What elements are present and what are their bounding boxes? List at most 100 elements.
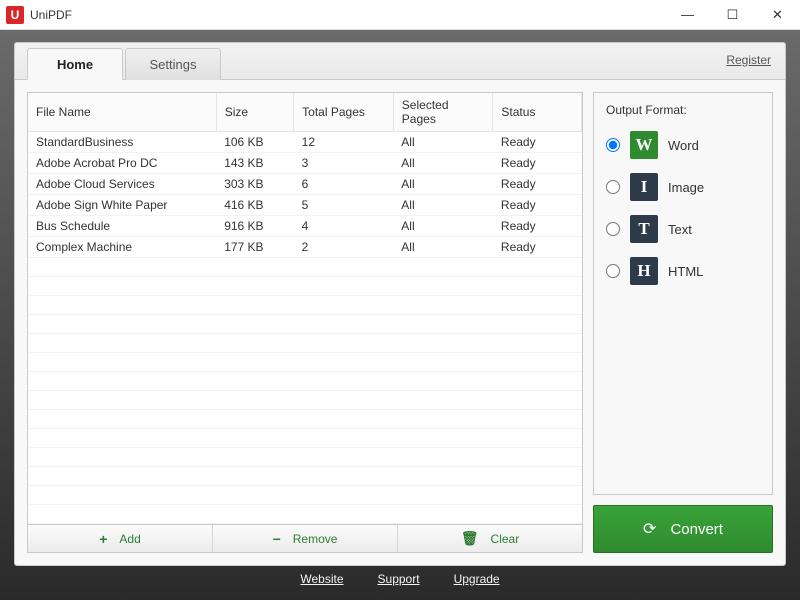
file-table: File Name Size Total Pages Selected Page… [28, 93, 582, 524]
file-zone: File Name Size Total Pages Selected Page… [27, 92, 583, 553]
cell-total: 12 [294, 132, 394, 153]
cell-size: 143 KB [216, 153, 293, 174]
cell-selected: All [393, 195, 493, 216]
plus-icon: + [99, 531, 107, 547]
table-row-empty [28, 429, 582, 448]
cell-name: Adobe Sign White Paper [28, 195, 216, 216]
convert-label: Convert [670, 521, 723, 538]
table-row-empty [28, 505, 582, 524]
html-icon: H [630, 257, 658, 285]
window-title: UniPDF [30, 8, 72, 22]
tab-bar: Home Settings Register [15, 43, 785, 80]
word-label: Word [668, 138, 699, 153]
table-row-empty [28, 277, 582, 296]
col-status[interactable]: Status [493, 93, 582, 132]
file-toolbar: + Add − Remove 🗑 Clear [28, 524, 582, 552]
add-button[interactable]: + Add [28, 525, 213, 552]
table-row-empty [28, 391, 582, 410]
cell-size: 106 KB [216, 132, 293, 153]
output-option-image[interactable]: I Image [606, 173, 760, 201]
tab-settings[interactable]: Settings [125, 48, 221, 80]
cell-size: 916 KB [216, 216, 293, 237]
text-icon: T [630, 215, 658, 243]
output-option-text[interactable]: T Text [606, 215, 760, 243]
cell-selected: All [393, 216, 493, 237]
file-list: File Name Size Total Pages Selected Page… [28, 93, 582, 524]
cell-status: Ready [493, 237, 582, 258]
cell-selected: All [393, 237, 493, 258]
cell-size: 416 KB [216, 195, 293, 216]
col-total-pages[interactable]: Total Pages [294, 93, 394, 132]
table-row-empty [28, 315, 582, 334]
cell-total: 4 [294, 216, 394, 237]
sidebar: Output Format: W Word I Image T T [593, 92, 773, 553]
cell-name: Complex Machine [28, 237, 216, 258]
cell-status: Ready [493, 216, 582, 237]
table-row-empty [28, 372, 582, 391]
app-body: Home Settings Register File Name Size To… [0, 30, 800, 600]
clear-button[interactable]: 🗑 Clear [398, 525, 582, 552]
table-row-empty [28, 467, 582, 486]
cell-status: Ready [493, 174, 582, 195]
footer: Website Support Upgrade [14, 566, 786, 592]
cell-total: 5 [294, 195, 394, 216]
cell-selected: All [393, 132, 493, 153]
cell-selected: All [393, 153, 493, 174]
image-icon: I [630, 173, 658, 201]
radio-word[interactable] [606, 138, 620, 152]
output-format-box: Output Format: W Word I Image T T [593, 92, 773, 495]
radio-html[interactable] [606, 264, 620, 278]
remove-button[interactable]: − Remove [213, 525, 398, 552]
radio-image[interactable] [606, 180, 620, 194]
col-selected-pages[interactable]: Selected Pages [393, 93, 493, 132]
radio-text[interactable] [606, 222, 620, 236]
content-area: File Name Size Total Pages Selected Page… [15, 80, 785, 565]
cell-status: Ready [493, 132, 582, 153]
table-row[interactable]: StandardBusiness106 KB12AllReady [28, 132, 582, 153]
cell-name: Adobe Cloud Services [28, 174, 216, 195]
clear-label: Clear [491, 532, 520, 546]
image-label: Image [668, 180, 704, 195]
cell-name: Bus Schedule [28, 216, 216, 237]
minimize-button[interactable]: — [665, 0, 710, 30]
table-row-empty [28, 353, 582, 372]
tab-home[interactable]: Home [27, 48, 123, 80]
col-file-name[interactable]: File Name [28, 93, 216, 132]
cell-name: StandardBusiness [28, 132, 216, 153]
text-label: Text [668, 222, 692, 237]
table-row-empty [28, 448, 582, 467]
footer-support-link[interactable]: Support [378, 572, 420, 586]
table-row[interactable]: Bus Schedule916 KB4AllReady [28, 216, 582, 237]
col-size[interactable]: Size [216, 93, 293, 132]
cell-size: 303 KB [216, 174, 293, 195]
table-row-empty [28, 258, 582, 277]
table-row-empty [28, 296, 582, 315]
maximize-button[interactable]: ☐ [710, 0, 755, 30]
output-format-label: Output Format: [606, 103, 760, 117]
cell-status: Ready [493, 153, 582, 174]
trash-icon: 🗑 [461, 530, 479, 547]
minus-icon: − [273, 531, 281, 547]
table-row[interactable]: Complex Machine177 KB2AllReady [28, 237, 582, 258]
cell-size: 177 KB [216, 237, 293, 258]
add-label: Add [119, 532, 140, 546]
table-row[interactable]: Adobe Sign White Paper416 KB5AllReady [28, 195, 582, 216]
word-icon: W [630, 131, 658, 159]
output-option-word[interactable]: W Word [606, 131, 760, 159]
footer-upgrade-link[interactable]: Upgrade [454, 572, 500, 586]
register-link[interactable]: Register [726, 53, 771, 67]
app-icon: U [6, 6, 24, 24]
close-button[interactable]: ✕ [755, 0, 800, 30]
table-row[interactable]: Adobe Acrobat Pro DC143 KB3AllReady [28, 153, 582, 174]
cell-total: 3 [294, 153, 394, 174]
titlebar: U UniPDF — ☐ ✕ [0, 0, 800, 30]
cell-total: 2 [294, 237, 394, 258]
html-label: HTML [668, 264, 703, 279]
output-option-html[interactable]: H HTML [606, 257, 760, 285]
cell-total: 6 [294, 174, 394, 195]
table-row-empty [28, 334, 582, 353]
table-row[interactable]: Adobe Cloud Services303 KB6AllReady [28, 174, 582, 195]
footer-website-link[interactable]: Website [300, 572, 343, 586]
convert-button[interactable]: ⟳ Convert [593, 505, 773, 553]
table-row-empty [28, 410, 582, 429]
